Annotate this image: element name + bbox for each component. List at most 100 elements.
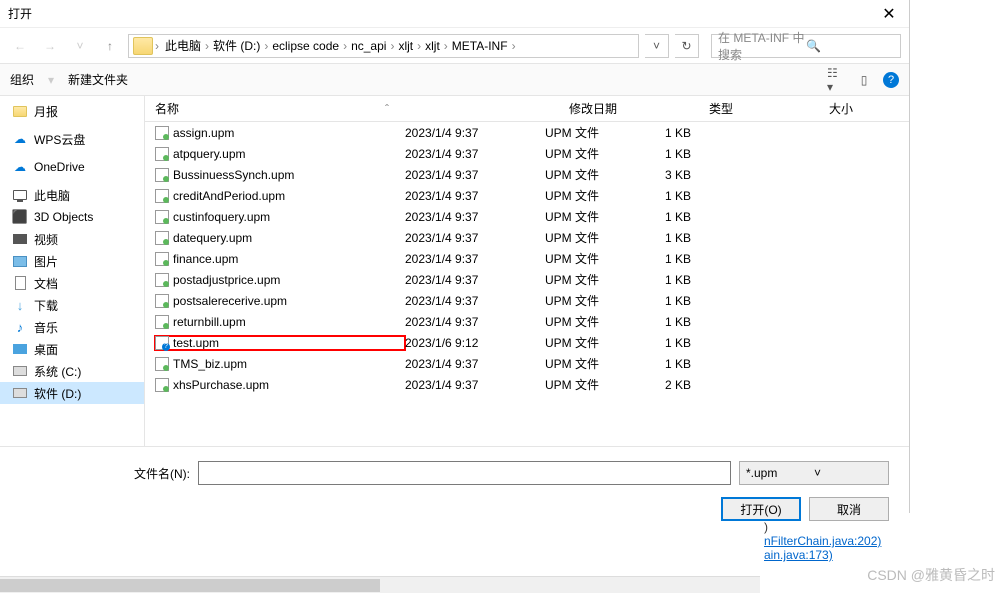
- sidebar-item-系统 (C:)[interactable]: 系统 (C:): [0, 360, 144, 382]
- file-row[interactable]: BussinuessSynch.upm2023/1/4 9:37UPM 文件3 …: [145, 164, 909, 185]
- help-button[interactable]: ?: [883, 72, 899, 88]
- file-row[interactable]: datequery.upm2023/1/4 9:37UPM 文件1 KB: [145, 227, 909, 248]
- file-icon: [155, 147, 169, 161]
- address-bar[interactable]: › 此电脑›软件 (D:)›eclipse code›nc_api›xljt›x…: [128, 34, 639, 58]
- file-name: assign.upm: [173, 126, 234, 140]
- sidebar-item-下载[interactable]: ↓下载: [0, 294, 144, 316]
- breadcrumb-item[interactable]: eclipse code: [268, 39, 343, 53]
- file-type: UPM 文件: [545, 145, 665, 162]
- sidebar-item-OneDrive[interactable]: ☁ OneDrive: [0, 156, 144, 178]
- file-icon: [155, 294, 169, 308]
- breadcrumb-item[interactable]: 软件 (D:): [209, 39, 264, 53]
- sidebar-item-此电脑[interactable]: 此电脑: [0, 184, 144, 206]
- file-name: atpquery.upm: [173, 147, 246, 161]
- sort-indicator-icon: ˆ: [385, 102, 389, 116]
- column-headers[interactable]: 名称 ˆ 修改日期 类型 大小: [145, 96, 909, 122]
- sidebar-item-音乐[interactable]: ♪音乐: [0, 316, 144, 338]
- sidebar-item-label: 3D Objects: [34, 210, 93, 224]
- cancel-button[interactable]: 取消: [809, 497, 889, 521]
- file-size: 1 KB: [665, 231, 745, 245]
- breadcrumb-item[interactable]: 此电脑: [161, 39, 205, 53]
- column-size[interactable]: 大小: [829, 100, 909, 117]
- column-name[interactable]: 名称: [155, 100, 405, 117]
- file-type: UPM 文件: [545, 229, 665, 246]
- sidebar-item-文档[interactable]: 文档: [0, 272, 144, 294]
- file-size: 1 KB: [665, 126, 745, 140]
- desk-icon: [12, 341, 28, 357]
- close-button[interactable]: ✕: [869, 0, 909, 28]
- file-type: UPM 文件: [545, 334, 665, 351]
- back-button[interactable]: ←: [8, 34, 32, 58]
- organize-menu[interactable]: 组织: [10, 71, 34, 88]
- file-row[interactable]: creditAndPeriod.upm2023/1/4 9:37UPM 文件1 …: [145, 185, 909, 206]
- refresh-button[interactable]: ↻: [675, 34, 699, 58]
- file-row[interactable]: custinfoquery.upm2023/1/4 9:37UPM 文件1 KB: [145, 206, 909, 227]
- filename-label: 文件名(N):: [20, 465, 190, 482]
- file-size: 1 KB: [665, 336, 745, 350]
- file-type-filter[interactable]: *.upm˅: [739, 461, 889, 485]
- file-row[interactable]: assign.upm2023/1/4 9:37UPM 文件1 KB: [145, 122, 909, 143]
- file-row[interactable]: TMS_biz.upm2023/1/4 9:37UPM 文件1 KB: [145, 353, 909, 374]
- recent-dropdown[interactable]: ˅: [68, 34, 92, 58]
- file-list: 名称 ˆ 修改日期 类型 大小 assign.upm2023/1/4 9:37U…: [145, 96, 909, 446]
- sidebar-item-WPS云盘[interactable]: ☁WPS云盘: [0, 128, 144, 150]
- sidebar-item-视频[interactable]: 视频: [0, 228, 144, 250]
- filename-input[interactable]: [198, 461, 731, 485]
- file-row[interactable]: xhsPurchase.upm2023/1/4 9:37UPM 文件2 KB: [145, 374, 909, 395]
- drive-icon: [12, 363, 28, 379]
- breadcrumb-item[interactable]: xljt: [394, 39, 417, 53]
- file-row[interactable]: postadjustprice.upm2023/1/4 9:37UPM 文件1 …: [145, 269, 909, 290]
- column-type[interactable]: 类型: [709, 100, 829, 117]
- up-button[interactable]: ↑: [98, 34, 122, 58]
- file-date: 2023/1/4 9:37: [405, 357, 545, 371]
- file-row[interactable]: postsalerecerive.upm2023/1/4 9:37UPM 文件1…: [145, 290, 909, 311]
- breadcrumb-item[interactable]: META-INF: [448, 39, 512, 53]
- new-folder-button[interactable]: 新建文件夹: [68, 71, 128, 88]
- file-size: 2 KB: [665, 378, 745, 392]
- file-icon: [155, 357, 169, 371]
- sidebar-item-桌面[interactable]: 桌面: [0, 338, 144, 360]
- file-date: 2023/1/4 9:37: [405, 294, 545, 308]
- file-size: 3 KB: [665, 168, 745, 182]
- preview-pane-button[interactable]: ▯: [855, 71, 873, 89]
- file-size: 1 KB: [665, 189, 745, 203]
- search-input[interactable]: 在 META-INF 中搜索 🔍: [711, 34, 901, 58]
- titlebar: 打开 ✕: [0, 0, 909, 28]
- file-row[interactable]: test.upm2023/1/6 9:12UPM 文件1 KB: [145, 332, 909, 353]
- file-icon: [155, 273, 169, 287]
- view-options-button[interactable]: ☷ ▾: [827, 71, 845, 89]
- sidebar-item-月报[interactable]: 月报: [0, 100, 144, 122]
- file-row[interactable]: atpquery.upm2023/1/4 9:37UPM 文件1 KB: [145, 143, 909, 164]
- file-type: UPM 文件: [545, 376, 665, 393]
- open-button[interactable]: 打开(O): [721, 497, 801, 521]
- sidebar-item-label: OneDrive: [34, 160, 85, 174]
- forward-button[interactable]: →: [38, 34, 62, 58]
- file-row[interactable]: returnbill.upm2023/1/4 9:37UPM 文件1 KB: [145, 311, 909, 332]
- sidebar-item-图片[interactable]: 图片: [0, 250, 144, 272]
- address-dropdown[interactable]: ˅: [645, 34, 669, 58]
- file-name: creditAndPeriod.upm: [173, 189, 285, 203]
- file-icon: [155, 168, 169, 182]
- file-date: 2023/1/4 9:37: [405, 252, 545, 266]
- file-type: UPM 文件: [545, 313, 665, 330]
- sidebar-item-label: 图片: [34, 253, 58, 270]
- sidebar-item-label: 音乐: [34, 319, 58, 336]
- navigation-pane[interactable]: 月报 ☁WPS云盘 ☁ OneDrive 此电脑 ⬛3D Objects视频图片文档 ↓下载…: [0, 96, 145, 446]
- cloud-icon: ☁: [12, 159, 28, 175]
- file-size: 1 KB: [665, 357, 745, 371]
- sidebar-item-软件 (D:)[interactable]: 软件 (D:): [0, 382, 144, 404]
- sidebar-item-label: 下载: [34, 297, 58, 314]
- sidebar-item-3D Objects[interactable]: ⬛3D Objects: [0, 206, 144, 228]
- horizontal-scrollbar[interactable]: [0, 576, 760, 593]
- file-type: UPM 文件: [545, 355, 665, 372]
- breadcrumb-item[interactable]: nc_api: [347, 39, 390, 53]
- file-row[interactable]: finance.upm2023/1/4 9:37UPM 文件1 KB: [145, 248, 909, 269]
- file-icon: [155, 336, 169, 350]
- pic-icon: [12, 253, 28, 269]
- file-icon: [155, 126, 169, 140]
- breadcrumb-item[interactable]: xljt: [421, 39, 444, 53]
- sidebar-item-label: 文档: [34, 275, 58, 292]
- dialog-title: 打开: [8, 5, 32, 22]
- column-date[interactable]: 修改日期: [569, 100, 709, 117]
- sidebar-item-label: 此电脑: [34, 187, 70, 204]
